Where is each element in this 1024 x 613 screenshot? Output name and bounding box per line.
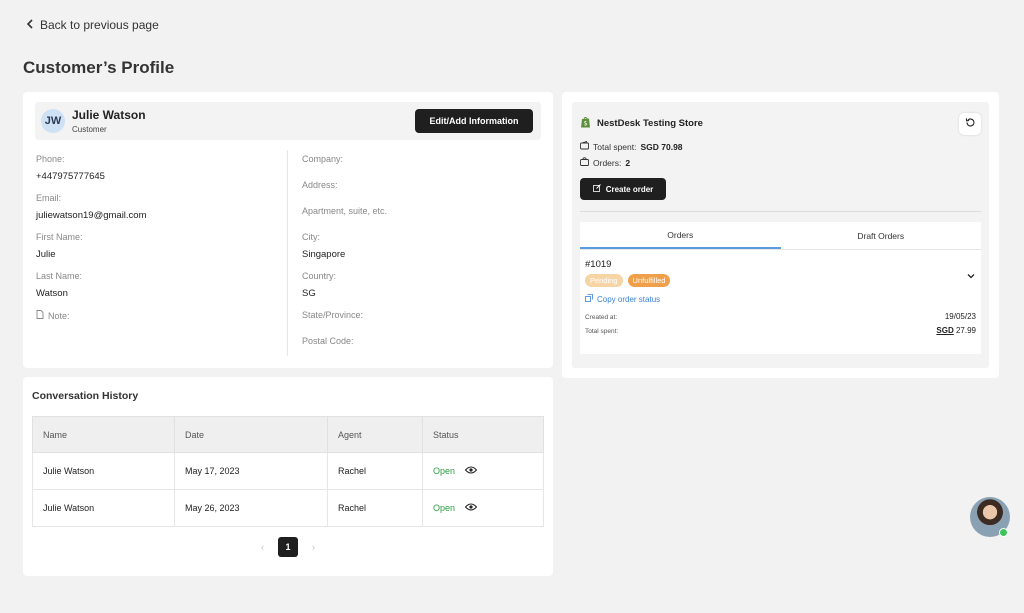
table-header-row: Name Date Agent Status (32, 416, 544, 453)
store-panel: NestDesk Testing Store Total spent: SGD … (572, 102, 989, 368)
edit-icon (592, 184, 601, 194)
total-spent-label: Total spent: (593, 141, 637, 152)
state-label: State/Province: (302, 310, 364, 320)
tab-orders[interactable]: Orders (580, 222, 781, 249)
row-date: May 26, 2023 (174, 489, 328, 527)
order-badges: Pending Unfulfilled (585, 274, 671, 287)
table-row[interactable]: Julie Watson May 17, 2023 Rachel Open (32, 452, 544, 490)
customer-profile-card: JW Julie Watson Customer Edit/Add Inform… (23, 92, 553, 368)
conversation-history-title: Conversation History (32, 390, 139, 402)
refresh-button[interactable] (959, 113, 981, 135)
table-row[interactable]: Julie Watson May 26, 2023 Rachel Open (32, 489, 544, 527)
row-name: Julie Watson (32, 489, 175, 527)
phone-label: Phone: (36, 154, 65, 164)
eye-icon[interactable] (464, 466, 478, 476)
note-icon (36, 310, 44, 321)
last-name-label: Last Name: (36, 271, 83, 281)
chevron-left-icon (26, 18, 34, 32)
column-header-agent: Agent (327, 416, 423, 453)
refresh-icon (965, 115, 976, 133)
row-agent: Rachel (327, 452, 423, 490)
first-name-value: Julie (36, 249, 56, 260)
postal-code-label: Postal Code: (302, 336, 354, 346)
divider (580, 211, 981, 212)
wallet-icon (580, 140, 589, 152)
column-divider (287, 150, 288, 356)
orders-stat: Orders: 2 (580, 157, 630, 168)
country-label: Country: (302, 271, 337, 281)
copy-order-status-link[interactable]: Copy order status (585, 294, 660, 304)
row-name: Julie Watson (32, 452, 175, 490)
address-label: Address: (302, 180, 338, 190)
country-value: SG (302, 288, 316, 299)
total-spent-stat: Total spent: SGD 70.98 (580, 140, 683, 152)
orders-label: Orders: (593, 157, 622, 168)
customer-avatar: JW (41, 109, 65, 133)
orders-count: 2 (625, 157, 631, 168)
back-link[interactable]: Back to previous page (26, 18, 159, 32)
store-title: NestDesk Testing Store (580, 116, 703, 131)
tab-draft-orders[interactable]: Draft Orders (781, 222, 982, 249)
created-at-value: 19/05/23 (944, 312, 976, 321)
city-value: Singapore (302, 249, 346, 260)
orders-panel: Orders Draft Orders #1019 Pending Unfulf… (580, 222, 981, 354)
conversation-table: Name Date Agent Status Julie Watson May … (32, 416, 544, 527)
edit-information-button[interactable]: Edit/Add Information (415, 109, 533, 133)
customer-name: Julie Watson (72, 108, 146, 122)
chevron-down-icon[interactable] (967, 266, 975, 284)
customer-role: Customer (72, 125, 107, 134)
copy-icon (585, 294, 593, 304)
company-label: Company: (302, 154, 344, 164)
note-label: Note: (48, 310, 70, 321)
column-header-date: Date (174, 416, 328, 453)
order-total-spent-value: SGD 27.99 (936, 326, 976, 335)
pagination-page-1[interactable]: 1 (278, 537, 298, 557)
page-title: Customer’s Profile (23, 58, 175, 77)
order-amount: 27.99 (955, 326, 976, 335)
bag-icon (580, 157, 589, 168)
store-name: NestDesk Testing Store (597, 118, 703, 129)
create-order-label: Create order (605, 184, 654, 194)
phone-value: +447975777645 (36, 171, 105, 182)
city-label: City: (302, 232, 320, 242)
create-order-button[interactable]: Create order (580, 178, 666, 200)
email-label: Email: (36, 193, 62, 203)
customer-header: JW Julie Watson Customer Edit/Add Inform… (35, 102, 541, 140)
copy-order-status-label: Copy order status (597, 294, 661, 304)
last-name-value: Watson (36, 288, 68, 299)
row-status: Open (433, 466, 456, 476)
apartment-label: Apartment, suite, etc. (302, 206, 388, 216)
order-id[interactable]: #1019 (585, 259, 611, 270)
email-value: juliewatson19@gmail.com (36, 210, 147, 221)
row-agent: Rachel (327, 489, 423, 527)
back-label: Back to previous page (40, 18, 159, 32)
shopify-icon (580, 116, 591, 131)
conversation-history-card: Conversation History Name Date Agent Sta… (23, 377, 553, 576)
store-card: NestDesk Testing Store Total spent: SGD … (562, 92, 999, 378)
pagination-next-button[interactable]: › (312, 542, 315, 552)
note-field[interactable]: Note: (36, 310, 70, 321)
column-header-status: Status (422, 416, 544, 453)
eye-icon[interactable] (464, 503, 478, 513)
pagination: ‹ 1 › (23, 537, 553, 557)
row-status: Open (433, 503, 456, 513)
created-at-label: Created at: (585, 314, 618, 321)
pagination-prev-button[interactable]: ‹ (261, 542, 264, 552)
total-spent-value: SGD 70.98 (640, 141, 683, 152)
column-header-name: Name (32, 416, 175, 453)
order-currency: SGD (936, 326, 954, 335)
online-status-indicator (999, 528, 1008, 537)
status-badge-unfulfilled: Unfulfilled (627, 274, 671, 287)
row-date: May 17, 2023 (174, 452, 328, 490)
first-name-label: First Name: (36, 232, 83, 242)
order-total-spent-label: Total spent: (585, 328, 619, 335)
status-badge-pending: Pending (585, 274, 623, 287)
orders-tabs: Orders Draft Orders (580, 222, 981, 250)
